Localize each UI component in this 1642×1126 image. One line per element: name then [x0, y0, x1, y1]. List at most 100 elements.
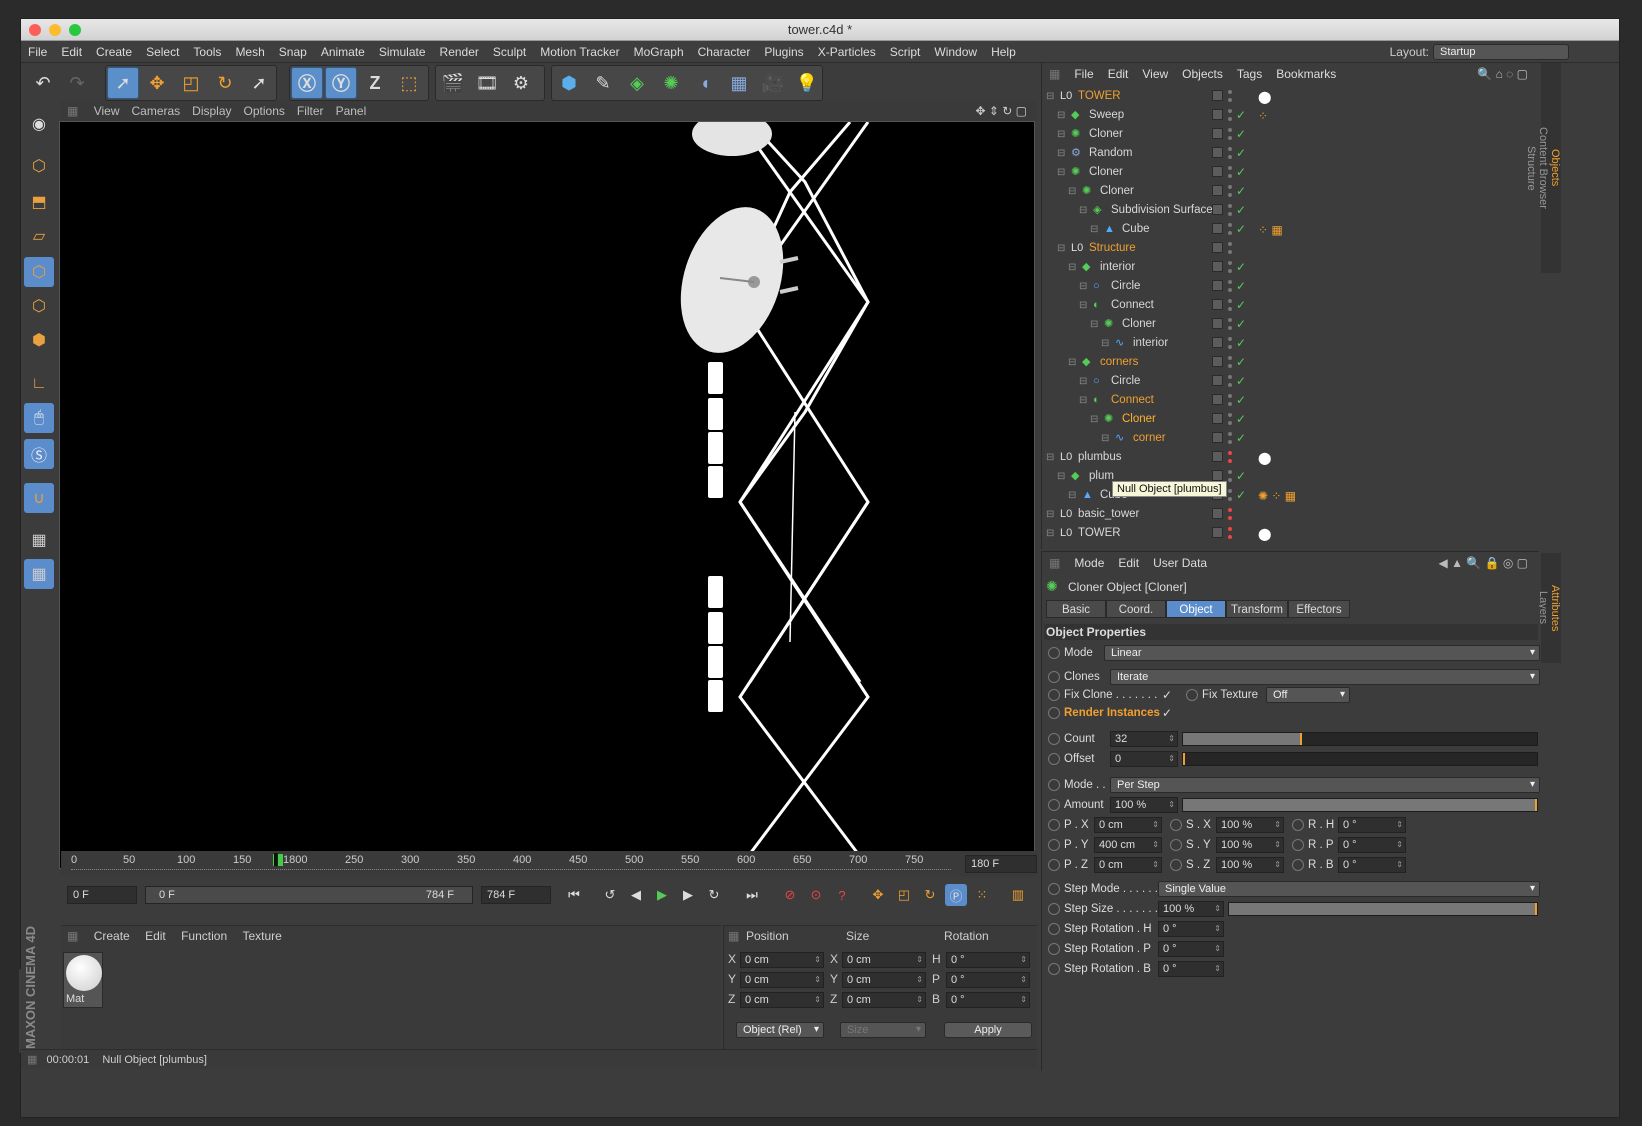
workplane-lock-icon[interactable]: ▦ [24, 525, 54, 555]
menu-script[interactable]: Script [883, 41, 928, 63]
render-visibility-dot[interactable] [1228, 326, 1232, 330]
layer-swatch[interactable] [1212, 204, 1223, 215]
editor-visibility-dot[interactable] [1228, 451, 1232, 455]
editor-visibility-dot[interactable] [1228, 318, 1232, 322]
editor-visibility-dot[interactable] [1228, 470, 1232, 474]
expand-toggle-icon[interactable]: ⊟ [1068, 486, 1076, 505]
layer-swatch[interactable] [1212, 356, 1223, 367]
menu-tools[interactable]: Tools [186, 41, 228, 63]
count-slider[interactable] [1182, 732, 1538, 746]
polygons-mode-icon[interactable]: ⬢ [24, 325, 54, 355]
obj-menu-bookmarks[interactable]: Bookmarks [1269, 63, 1343, 85]
rp-field[interactable]: 0 ° [1338, 837, 1406, 853]
sy-field[interactable]: 100 % [1216, 837, 1284, 853]
y-axis-icon[interactable]: Ⓨ [325, 67, 357, 99]
render-instances-anim-toggle[interactable] [1048, 707, 1060, 719]
expand-toggle-icon[interactable]: ⊟ [1079, 296, 1087, 315]
position-x-field[interactable]: 0 cm [740, 952, 824, 968]
record-active-icon[interactable]: ⊘ [779, 884, 801, 906]
step-rot-b-field[interactable]: 0 ° [1158, 961, 1224, 977]
points-mode-icon[interactable]: ⬡ [24, 257, 54, 287]
attr-nav-icons[interactable]: ◀ ▲ 🔍 🔒 ◎ ▢ [1432, 552, 1535, 574]
layer-swatch[interactable] [1212, 413, 1223, 424]
tab-object[interactable]: Object [1166, 600, 1226, 618]
enabled-check-icon[interactable]: ✓ [1236, 467, 1246, 486]
camera-icon[interactable]: 🎥 [757, 67, 789, 99]
object-row[interactable]: ⊟ L0 TOWER ⬤ [1046, 524, 1550, 543]
viewport-menu-options[interactable]: Options [238, 101, 291, 122]
attr-menu-user-data[interactable]: User Data [1146, 552, 1214, 574]
key-parameter-icon[interactable]: Ⓟ [945, 884, 967, 906]
editor-visibility-dot[interactable] [1228, 223, 1232, 227]
tags-icon[interactable]: ✺ ⁘ ▦ [1258, 487, 1296, 506]
material-menu-create[interactable]: Create [88, 929, 136, 943]
step-rot-p-anim-toggle[interactable] [1048, 943, 1060, 955]
editor-visibility-dot[interactable] [1228, 261, 1232, 265]
render-picture-viewer-icon[interactable]: 🎞 [471, 67, 503, 99]
rb-field[interactable]: 0 ° [1338, 857, 1406, 873]
menu-plugins[interactable]: Plugins [757, 41, 810, 63]
deformer-icon[interactable]: ◖ [689, 67, 721, 99]
render-view-icon[interactable]: 🎬 [437, 67, 469, 99]
layer-swatch[interactable] [1212, 432, 1223, 443]
expand-toggle-icon[interactable]: ⊟ [1101, 429, 1109, 448]
editor-visibility-dot[interactable] [1228, 527, 1232, 531]
autokey-icon[interactable]: ⊙ [805, 884, 827, 906]
amount-slider-knob[interactable] [1535, 799, 1537, 811]
keyframe-selection-icon[interactable]: ? [831, 884, 853, 906]
attr-menu-mode[interactable]: Mode [1067, 552, 1111, 574]
render-instances-checkbox[interactable]: ✓ [1162, 704, 1172, 722]
menu-sculpt[interactable]: Sculpt [486, 41, 533, 63]
rotation-p-field[interactable]: 0 ° [946, 972, 1030, 988]
floor-icon[interactable]: ▦ [723, 67, 755, 99]
enabled-check-icon[interactable]: ✓ [1236, 372, 1246, 391]
close-window-button[interactable] [29, 24, 41, 36]
pz-field[interactable]: 0 cm [1094, 857, 1162, 873]
sz-field[interactable]: 100 % [1216, 857, 1284, 873]
expand-toggle-icon[interactable]: ⊟ [1057, 239, 1065, 258]
expand-toggle-icon[interactable]: ⊟ [1057, 144, 1065, 163]
step-size-anim-toggle[interactable] [1048, 903, 1060, 915]
menu-simulate[interactable]: Simulate [372, 41, 433, 63]
expand-toggle-icon[interactable]: ⊟ [1057, 125, 1065, 144]
layer-swatch[interactable] [1212, 299, 1223, 310]
offset-slider[interactable] [1182, 752, 1538, 766]
position-z-field[interactable]: 0 cm [740, 992, 824, 1008]
px-field[interactable]: 0 cm [1094, 817, 1162, 833]
render-visibility-dot[interactable] [1228, 117, 1232, 121]
go-to-start-icon[interactable]: ⏮ [563, 884, 585, 906]
layer-swatch[interactable] [1212, 128, 1223, 139]
py-anim-toggle[interactable] [1048, 839, 1060, 851]
side-tab-objects[interactable]: Objects [1549, 63, 1561, 273]
rb-anim-toggle[interactable] [1292, 859, 1304, 871]
material-swatch[interactable]: Mat [63, 952, 103, 1008]
rh-anim-toggle[interactable] [1292, 819, 1304, 831]
layer-swatch[interactable] [1212, 109, 1223, 120]
rotation-b-field[interactable]: 0 ° [946, 992, 1030, 1008]
z-axis-icon[interactable]: Z [359, 67, 391, 99]
render-visibility-dot[interactable] [1228, 231, 1232, 235]
step-rot-p-field[interactable]: 0 ° [1158, 941, 1224, 957]
render-visibility-dot[interactable] [1228, 478, 1232, 482]
phong-tag-icon[interactable]: ⁘ [1258, 107, 1268, 126]
rotation-h-field[interactable]: 0 ° [946, 952, 1030, 968]
obj-menu-file[interactable]: File [1067, 63, 1100, 85]
expand-toggle-icon[interactable]: ⊟ [1068, 353, 1076, 372]
render-visibility-dot[interactable] [1228, 383, 1232, 387]
editor-visibility-dot[interactable] [1228, 128, 1232, 132]
menu-select[interactable]: Select [139, 41, 186, 63]
enabled-check-icon[interactable]: ✓ [1236, 353, 1246, 372]
enabled-check-icon[interactable]: ✓ [1236, 258, 1246, 277]
expand-toggle-icon[interactable]: ⊟ [1101, 334, 1109, 353]
pz-anim-toggle[interactable] [1048, 859, 1060, 871]
menu-snap[interactable]: Snap [272, 41, 314, 63]
layer-swatch[interactable] [1212, 90, 1223, 101]
grid-icon[interactable]: ▦ [24, 559, 54, 589]
object-row[interactable]: ⊟ ◆ interior ✓ [1046, 258, 1550, 277]
coordinate-system-icon[interactable]: ⬚ [393, 67, 425, 99]
enabled-check-icon[interactable]: ✓ [1236, 182, 1246, 201]
sz-anim-toggle[interactable] [1170, 859, 1182, 871]
step-size-slider-knob[interactable] [1535, 903, 1537, 915]
layout-select[interactable]: Startup [1433, 44, 1569, 60]
enabled-check-icon[interactable]: ✓ [1236, 144, 1246, 163]
